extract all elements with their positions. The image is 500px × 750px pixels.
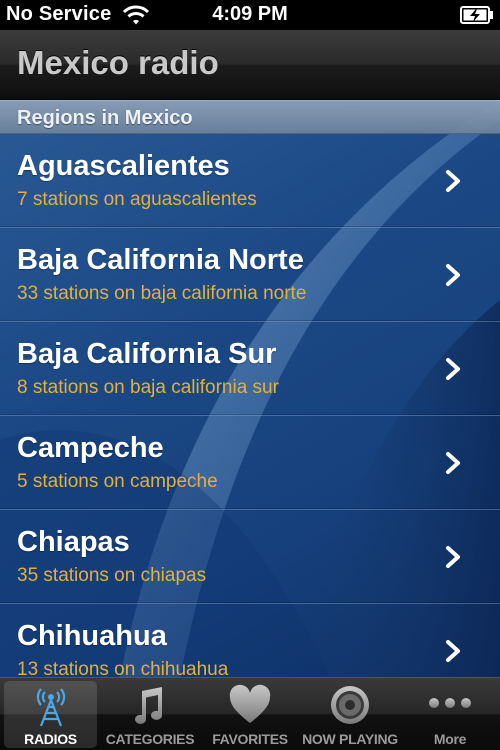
battery-charging-icon — [460, 6, 493, 24]
region-name: Baja California Norte — [17, 244, 304, 276]
tab-label: FAVORITES — [212, 731, 288, 747]
tab-categories[interactable]: CATEGORIES — [100, 678, 200, 750]
page-title: Mexico radio — [17, 44, 219, 81]
radio-tower-icon — [36, 688, 65, 727]
list-item-baja-california-sur[interactable]: Baja California Sur 8 stations on baja c… — [0, 322, 500, 416]
list-item-chiapas[interactable]: Chiapas 35 stations on chiapas — [0, 510, 500, 604]
tab-label: RADIOS — [24, 731, 77, 747]
tab-label: CATEGORIES — [105, 731, 195, 747]
section-header: Regions in Mexico — [0, 100, 500, 134]
tab-label: NOW PLAYING — [302, 731, 398, 747]
list-item-aguascalientes[interactable]: Aguascalientes 7 stations on aguascalien… — [0, 134, 500, 228]
chevron-right-icon — [446, 640, 460, 662]
tab-label: More — [433, 731, 467, 747]
music-note-icon — [135, 687, 163, 724]
chevron-right-icon — [446, 358, 460, 380]
region-name: Chiapas — [17, 526, 130, 558]
tab-now-playing[interactable]: NOW PLAYING — [300, 678, 400, 750]
chevron-right-icon — [446, 452, 460, 474]
station-count: 8 stations on baja california sur — [17, 377, 279, 398]
region-list: Aguascalientes 7 stations on aguascalien… — [0, 134, 500, 677]
tab-favorites[interactable]: FAVORITES — [200, 678, 300, 750]
tab-more[interactable]: More — [400, 678, 500, 750]
chevron-right-icon — [446, 546, 460, 568]
chevron-right-icon — [446, 170, 460, 192]
region-name: Campeche — [17, 432, 164, 464]
speaker-icon — [331, 686, 369, 724]
clock-time: 4:09 PM — [212, 3, 288, 25]
station-count: 33 stations on baja california norte — [17, 283, 307, 304]
region-list-view[interactable]: Regions in Mexico Aguascalientes 7 stati… — [0, 100, 500, 677]
tab-bar: RADIOS CATEGORIES FAVORITES NOW PLAYING — [0, 677, 500, 750]
region-name: Baja California Sur — [17, 338, 277, 370]
tab-radios[interactable]: RADIOS — [4, 681, 97, 748]
station-count: 5 stations on campeche — [17, 471, 218, 492]
chevron-right-icon — [446, 264, 460, 286]
status-bar: No Service 4:09 PM — [0, 0, 500, 30]
list-item-chihuahua[interactable]: Chihuahua 13 stations on chihuahua — [0, 604, 500, 677]
list-item-baja-california-norte[interactable]: Baja California Norte 33 stations on baj… — [0, 228, 500, 322]
section-header-label: Regions in Mexico — [17, 107, 193, 129]
region-name: Chihuahua — [17, 620, 167, 652]
heart-icon — [229, 684, 271, 723]
station-count: 13 stations on chihuahua — [17, 659, 229, 677]
navigation-bar: Mexico radio — [0, 30, 500, 100]
station-count: 35 stations on chiapas — [17, 565, 207, 586]
more-dots-icon — [429, 698, 471, 708]
list-item-campeche[interactable]: Campeche 5 stations on campeche — [0, 416, 500, 510]
station-count: 7 stations on aguascalientes — [17, 189, 257, 210]
region-name: Aguascalientes — [17, 150, 230, 182]
